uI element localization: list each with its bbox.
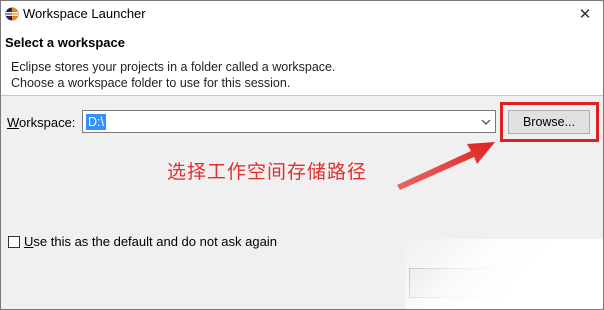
close-button[interactable]: ✕ [573, 3, 597, 25]
default-option-row[interactable]: Use this as the default and do not ask a… [8, 234, 277, 249]
default-option-label: Use this as the default and do not ask a… [24, 234, 277, 249]
description-line-2: Choose a workspace folder to use for thi… [11, 76, 291, 90]
default-option-text: se this as the default and do not ask ag… [33, 234, 277, 249]
workspace-input[interactable]: D:\ [86, 114, 106, 130]
workspace-launcher-dialog: Workspace Launcher ✕ Select a workspace … [0, 0, 604, 310]
workspace-combo[interactable]: D:\ [82, 110, 496, 133]
workspace-label-mnemonic: W [7, 115, 20, 130]
eclipse-icon [5, 7, 19, 21]
chevron-down-icon[interactable] [478, 112, 494, 131]
workspace-label: Workspace: [7, 115, 75, 130]
header-description: Eclipse stores your projects in a folder… [11, 59, 335, 91]
browse-button[interactable]: Browse... [508, 110, 590, 134]
default-option-mnemonic: U [24, 234, 34, 249]
window-title: Workspace Launcher [23, 6, 146, 21]
annotation-text: 选择工作空间存储路径 [167, 161, 368, 183]
workspace-label-text: orkspace: [19, 115, 76, 130]
page-title: Select a workspace [5, 35, 125, 50]
description-line-1: Eclipse stores your projects in a folder… [11, 60, 336, 74]
watermark-overlay [405, 239, 603, 309]
close-icon: ✕ [578, 6, 592, 23]
header-panel: Select a workspace Eclipse stores your p… [1, 27, 603, 96]
default-checkbox[interactable] [8, 235, 20, 248]
title-bar: Workspace Launcher ✕ [1, 1, 603, 27]
